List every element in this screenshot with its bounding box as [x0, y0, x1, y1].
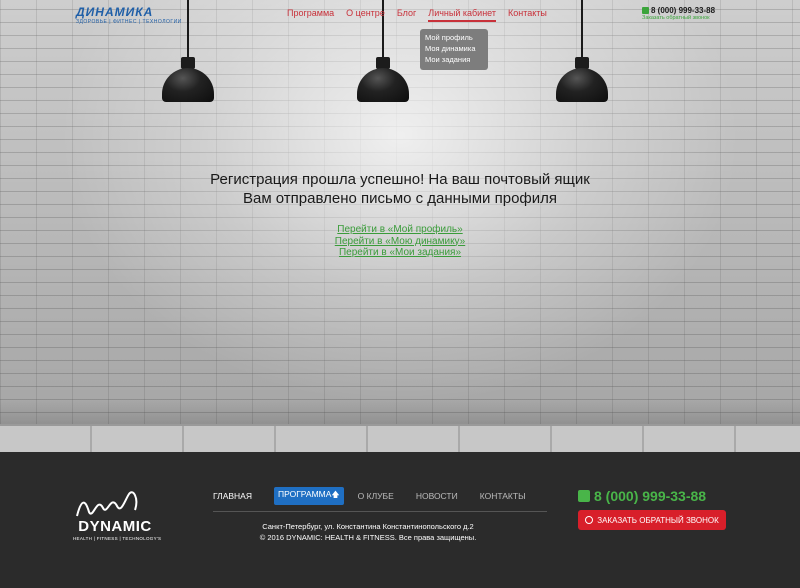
footer: DYNAMIC HEALTH | FITNESS | TECHNOLOGY'S … — [0, 452, 800, 588]
phone-icon — [578, 490, 590, 502]
dropdown-item-profile[interactable]: Мой профиль — [425, 32, 483, 43]
footer-phone[interactable]: 8 (000) 999-33-88 — [578, 488, 706, 504]
lamp-shade — [357, 68, 409, 102]
logo-text: ДИНАМИКА — [76, 5, 154, 19]
nav-about[interactable]: О центре — [346, 8, 385, 22]
nav-program[interactable]: Программа — [287, 8, 334, 22]
site-logo[interactable]: ДИНАМИКА ЗДОРОВЬЕ | ФИТНЕС | ТЕХНОЛОГИИ — [76, 5, 182, 25]
lamp-cord — [187, 0, 189, 58]
link-my-profile[interactable]: Перейти в «Мой профиль» — [0, 224, 800, 236]
main-nav: Программа О центре Блог Личный кабинет К… — [287, 8, 559, 22]
nav-contacts[interactable]: Контакты — [508, 8, 547, 22]
phone-icon — [642, 7, 649, 14]
account-dropdown: Мой профиль Моя динамика Мои задания — [420, 29, 488, 70]
header-callback-link[interactable]: Заказать обратный звонок — [642, 15, 710, 21]
footer-nav-about[interactable]: О клубе — [358, 491, 394, 501]
footer-logo-tagline: HEALTH | FITNESS | TECHNOLOGY'S — [73, 536, 162, 541]
footer-nav-program-label: Программа — [278, 489, 332, 499]
link-my-dynamics[interactable]: Перейти в «Мою динамику» — [0, 236, 800, 248]
arrow-up-icon: 🡅 — [331, 490, 340, 499]
wall-shadow — [0, 400, 800, 424]
dropdown-item-dynamics[interactable]: Моя динамика — [425, 43, 483, 54]
footer-nav-contacts[interactable]: Контакты — [480, 491, 526, 501]
footer-address: Санкт-Петербург, ул. Константина Констан… — [262, 522, 474, 531]
footer-nav: Главная Программа🡅 О клубе Новости Конта… — [213, 487, 548, 505]
logo-tagline: ЗДОРОВЬЕ | ФИТНЕС | ТЕХНОЛОГИИ — [76, 19, 182, 25]
footer-logo[interactable]: DYNAMIC HEALTH | FITNESS | TECHNOLOGY'S — [73, 490, 162, 541]
lamp-cord — [581, 0, 583, 58]
footer-nav-news[interactable]: Новости — [416, 491, 458, 501]
hero-section: ДИНАМИКА ЗДОРОВЬЕ | ФИТНЕС | ТЕХНОЛОГИИ … — [0, 0, 800, 452]
footer-nav-program[interactable]: Программа🡅 — [274, 487, 344, 505]
dropdown-item-tasks[interactable]: Мои задания — [425, 54, 483, 65]
footer-address-block: Санкт-Петербург, ул. Константина Констан… — [213, 521, 523, 543]
success-message: Регистрация прошла успешно! На ваш почто… — [0, 170, 800, 208]
callback-button-label: Заказать обратный звонок — [597, 515, 719, 525]
quick-links: Перейти в «Мой профиль» Перейти в «Мою д… — [0, 224, 800, 259]
footer-logo-text: DYNAMIC — [78, 518, 152, 535]
footer-copyright: © 2016 DYNAMIC: HEALTH & FITNESS. Все пр… — [259, 533, 477, 542]
callback-button[interactable]: Заказать обратный звонок — [578, 510, 726, 530]
phone-call-icon — [585, 516, 594, 524]
lamp-shade — [556, 68, 608, 102]
link-my-tasks[interactable]: Перейти в «Мои задания» — [0, 247, 800, 259]
success-message-line2: Вам отправлено письмо с данными профиля — [242, 190, 558, 207]
nav-account[interactable]: Личный кабинет — [428, 8, 496, 22]
footer-phone-number: 8 (000) 999-33-88 — [594, 488, 707, 504]
header-phone[interactable]: 8 (000) 999-33-88 — [642, 6, 715, 15]
lamp-shade — [162, 68, 214, 102]
nav-blog[interactable]: Блог — [397, 8, 416, 22]
wooden-floor — [0, 424, 800, 452]
logo-wave-icon — [76, 491, 138, 517]
header-phone-number: 8 (000) 999-33-88 — [651, 6, 716, 15]
footer-divider — [213, 511, 547, 512]
footer-nav-home[interactable]: Главная — [213, 491, 252, 501]
success-message-line1: Регистрация прошла успешно! На ваш почто… — [210, 171, 590, 188]
